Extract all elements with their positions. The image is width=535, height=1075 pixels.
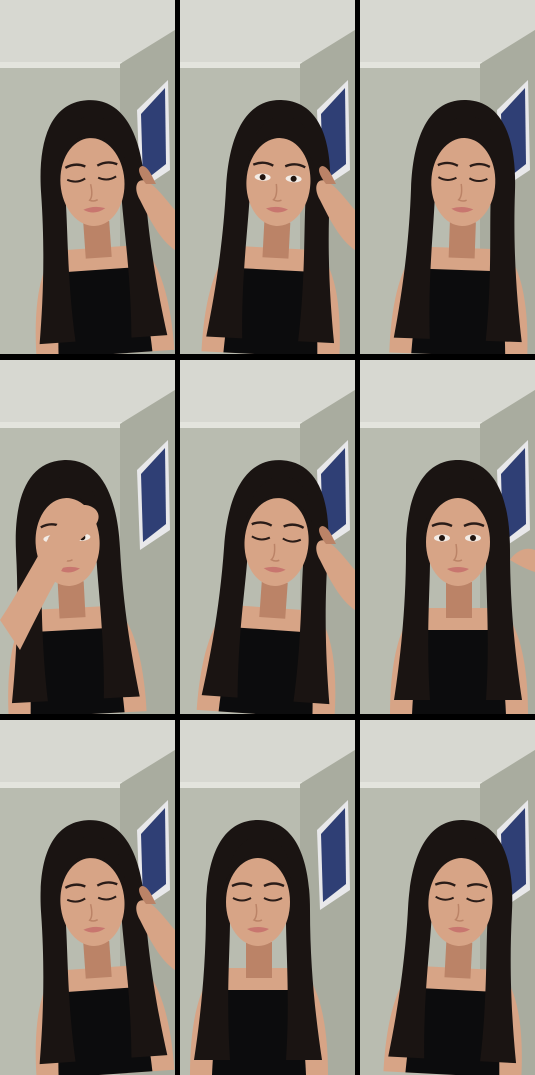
- video-frame-7: [0, 720, 175, 1075]
- photo-grid: [0, 0, 535, 1075]
- video-frame-2: [180, 0, 355, 354]
- video-frame-3: [360, 0, 535, 354]
- video-frame-8: [180, 720, 355, 1075]
- video-frame-4: [0, 360, 175, 714]
- video-frame-9: [360, 720, 535, 1075]
- video-frame-6: [360, 360, 535, 714]
- video-frame-1: [0, 0, 175, 354]
- video-frame-5: [180, 360, 355, 714]
